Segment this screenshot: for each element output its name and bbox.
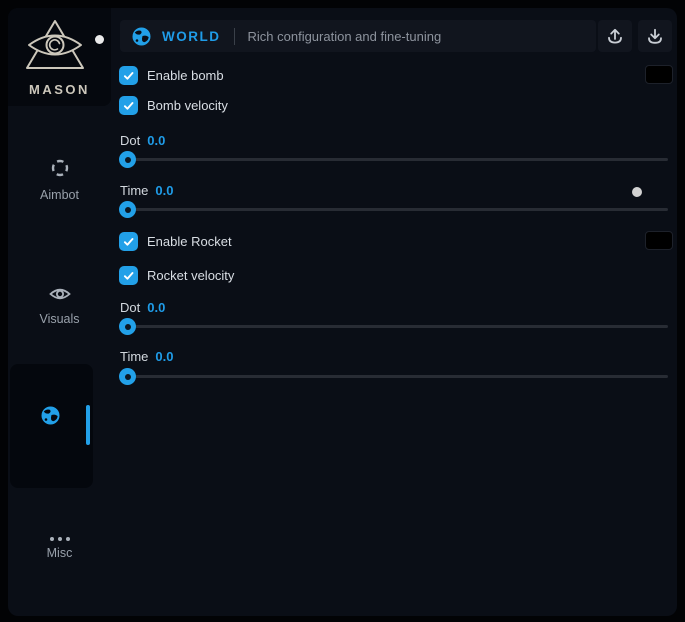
sidebar-item-aimbot[interactable]: Aimbot: [8, 158, 111, 202]
logo: MASON: [8, 8, 111, 106]
divider: [234, 28, 235, 45]
checkbox-label: Enable Rocket: [147, 234, 232, 249]
mason-eye-logo-icon: [25, 19, 85, 73]
rocket-dot-slider-handle[interactable]: [119, 318, 136, 335]
slider-label-bomb-dot: Dot 0.0: [120, 132, 165, 148]
checkbox-row-bomb-velocity: Bomb velocity: [119, 96, 228, 115]
bomb-color-swatch[interactable]: [645, 65, 673, 84]
sidebar-item-label: Misc: [8, 546, 111, 560]
app-window: MASON Aimbot Visuals World Misc: [8, 8, 677, 616]
check-icon: [122, 235, 135, 248]
rocket-velocity-checkbox[interactable]: [119, 266, 138, 285]
rocket-dot-slider-track[interactable]: [120, 325, 668, 328]
slider-name: Dot: [120, 133, 140, 148]
bomb-dot-slider-handle[interactable]: [119, 151, 136, 168]
download-config-button[interactable]: [638, 20, 672, 52]
bomb-velocity-checkbox[interactable]: [119, 96, 138, 115]
slider-name: Time: [120, 183, 148, 198]
check-icon: [122, 99, 135, 112]
cursor-dot: [632, 187, 642, 197]
slider-label-bomb-time: Time 0.0: [120, 182, 173, 198]
sidebar-item-label: Visuals: [8, 312, 111, 326]
slider-value: 0.0: [147, 133, 165, 148]
rocket-color-swatch[interactable]: [645, 231, 673, 250]
globe-icon: [41, 406, 60, 425]
slider-value: 0.0: [155, 183, 173, 198]
checkbox-label: Enable bomb: [147, 68, 224, 83]
bomb-dot-slider-track[interactable]: [120, 158, 668, 161]
active-tab-indicator: [86, 405, 90, 445]
slider-name: Time: [120, 349, 148, 364]
checkbox-row-enable-rocket: Enable Rocket: [119, 232, 232, 251]
check-icon: [122, 269, 135, 282]
slider-value: 0.0: [155, 349, 173, 364]
slider-value: 0.0: [147, 300, 165, 315]
sidebar-item-visuals[interactable]: Visuals: [8, 286, 111, 326]
logo-text: MASON: [8, 82, 111, 97]
checkbox-label: Bomb velocity: [147, 98, 228, 113]
slider-name: Dot: [120, 300, 140, 315]
rocket-time-slider-handle[interactable]: [119, 368, 136, 385]
enable-rocket-checkbox[interactable]: [119, 232, 138, 251]
checkbox-row-rocket-velocity: Rocket velocity: [119, 266, 234, 285]
bomb-time-slider-track[interactable]: [120, 208, 668, 211]
globe-icon: [132, 27, 151, 46]
sidebar-item-label: Aimbot: [8, 188, 111, 202]
check-icon: [122, 69, 135, 82]
cursor-dot: [95, 35, 104, 44]
screen: MASON Aimbot Visuals World Misc: [0, 0, 685, 622]
slider-label-rocket-dot: Dot 0.0: [120, 299, 165, 315]
sidebar-item-world[interactable]: World: [10, 364, 93, 488]
download-icon: [645, 26, 665, 46]
crosshair-icon: [50, 158, 70, 178]
upload-icon: [605, 26, 625, 46]
page-subtitle: Rich configuration and fine-tuning: [248, 29, 442, 44]
upload-config-button[interactable]: [598, 20, 632, 52]
sidebar-item-misc[interactable]: Misc: [8, 537, 111, 560]
eye-icon: [49, 286, 71, 302]
slider-label-rocket-time: Time 0.0: [120, 348, 173, 364]
enable-bomb-checkbox[interactable]: [119, 66, 138, 85]
rocket-time-slider-track[interactable]: [120, 375, 668, 378]
page-header: WORLD Rich configuration and fine-tuning: [120, 20, 596, 52]
checkbox-label: Rocket velocity: [147, 268, 234, 283]
bomb-time-slider-handle[interactable]: [119, 201, 136, 218]
ellipsis-icon: [8, 537, 111, 541]
checkbox-row-enable-bomb: Enable bomb: [119, 66, 224, 85]
page-title: WORLD: [162, 29, 221, 44]
